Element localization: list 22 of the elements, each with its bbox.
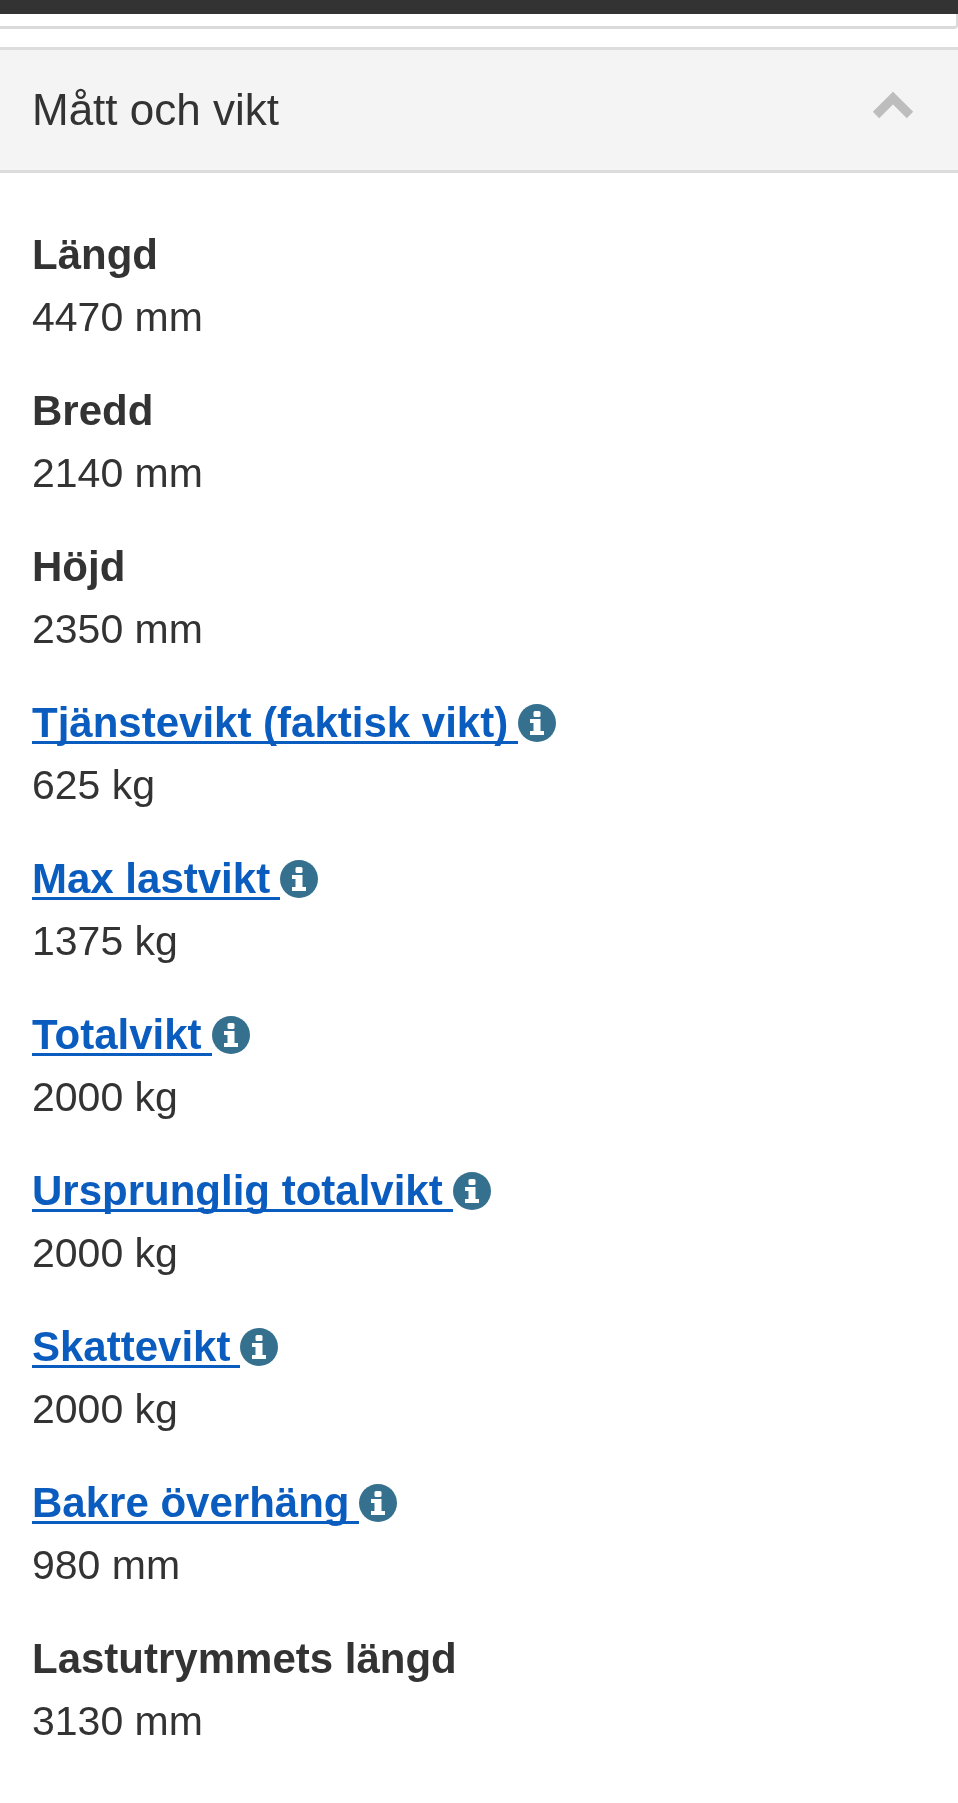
spec-value: 2000 kg xyxy=(32,1229,178,1278)
info-icon[interactable] xyxy=(240,1327,279,1366)
spec-value: 2000 kg xyxy=(32,1385,178,1434)
spec-label: Bredd xyxy=(32,386,154,436)
accordion-header[interactable]: Mått och vikt xyxy=(0,47,958,173)
spec-value: 4470 mm xyxy=(32,293,203,342)
spec-value: 980 mm xyxy=(32,1541,181,1590)
spec-label: Lastutrymmets längd xyxy=(32,1634,457,1684)
spec-value: 2350 mm xyxy=(32,605,203,654)
spec-value: 2140 mm xyxy=(32,449,203,498)
spec-value: 1375 kg xyxy=(32,917,178,966)
info-icon[interactable] xyxy=(280,859,319,898)
panel-title: Mått och vikt xyxy=(32,84,279,137)
info-icon[interactable] xyxy=(211,1015,250,1054)
info-icon[interactable] xyxy=(518,703,557,742)
spec-value: 3130 mm xyxy=(32,1697,203,1746)
info-icon[interactable] xyxy=(359,1483,398,1522)
info-icon[interactable] xyxy=(452,1171,491,1210)
spec-value: 625 kg xyxy=(32,761,156,810)
spec-label: Längd xyxy=(32,230,158,280)
spec-value: 2000 kg xyxy=(32,1073,178,1122)
spec-label: Höjd xyxy=(32,542,126,592)
